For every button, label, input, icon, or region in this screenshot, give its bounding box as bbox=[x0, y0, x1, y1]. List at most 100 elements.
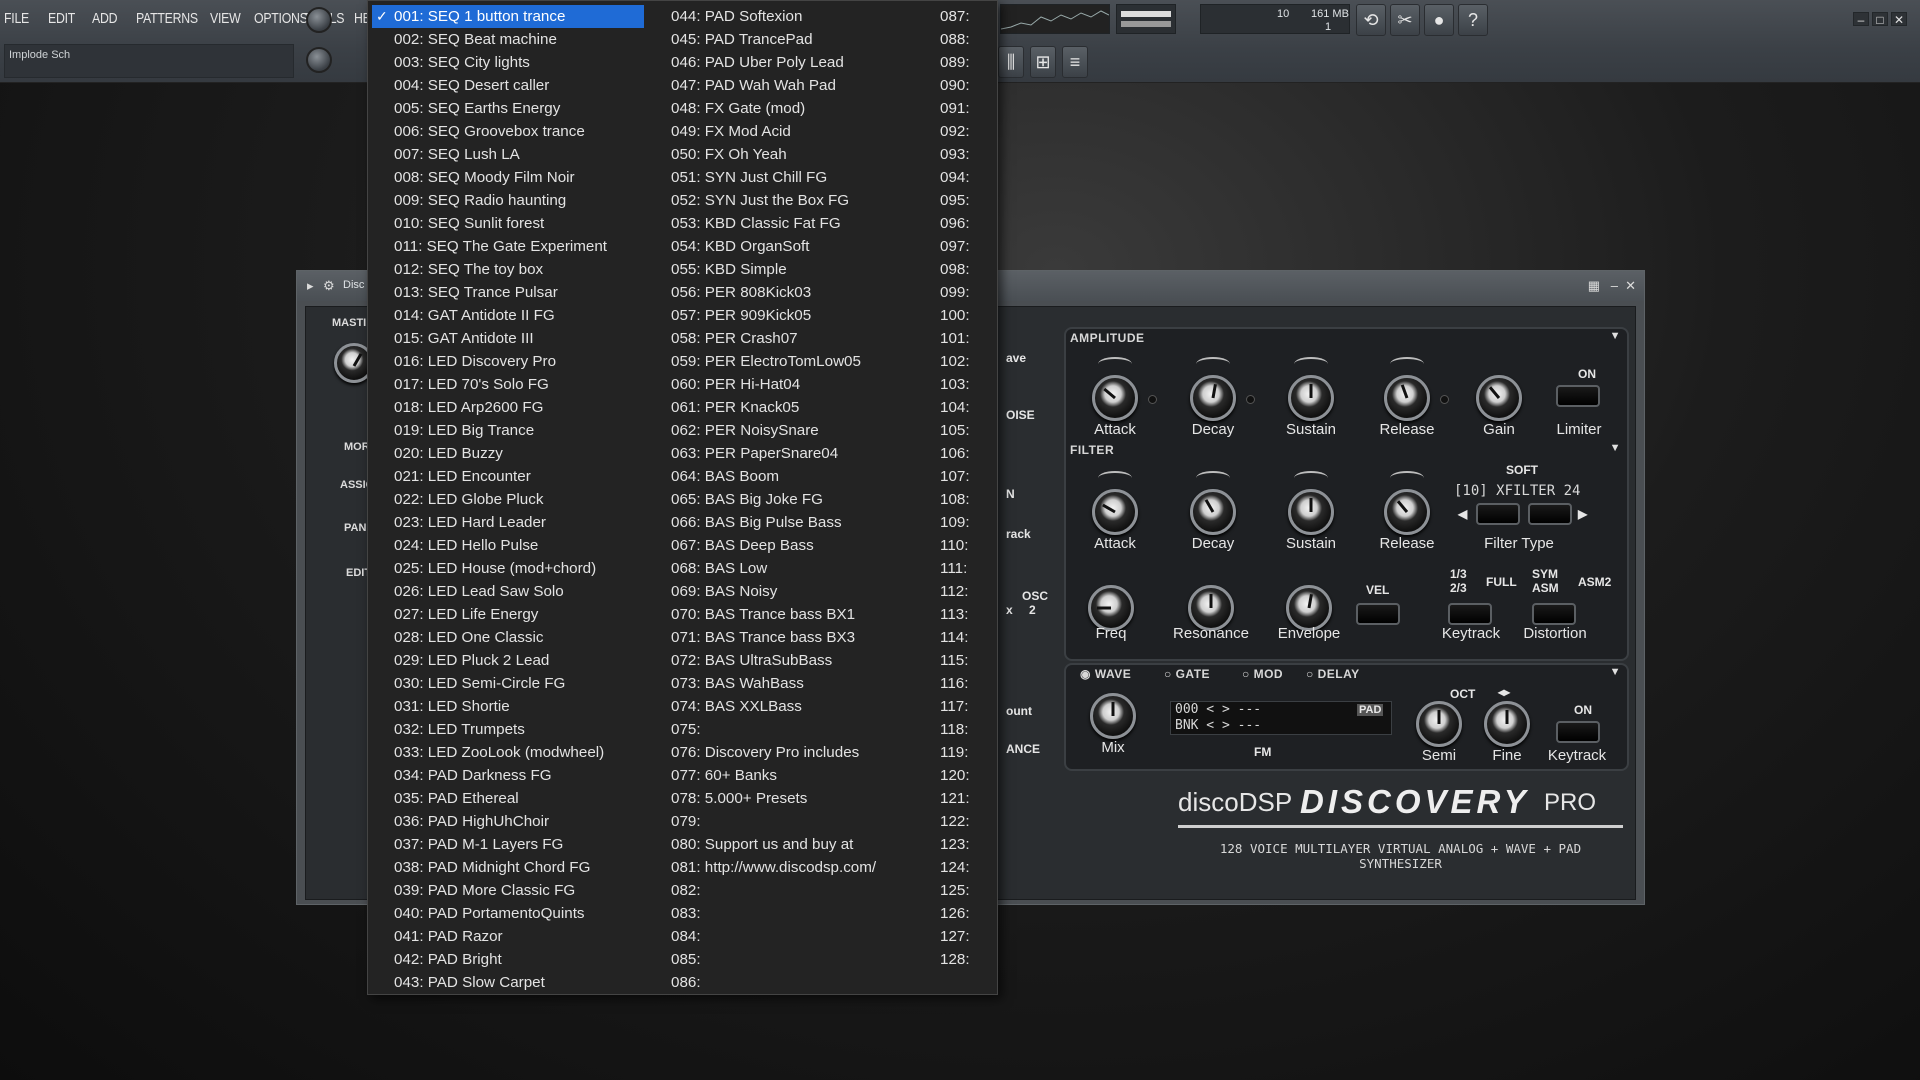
wave-keytrack-switch[interactable] bbox=[1556, 721, 1600, 743]
preset-item[interactable]: 063: PER PaperSnare04 bbox=[671, 442, 931, 465]
plugin-close-icon[interactable]: ✕ bbox=[1625, 278, 1636, 294]
preset-item[interactable]: 113: bbox=[940, 603, 990, 626]
preset-item[interactable]: 034: PAD Darkness FG bbox=[394, 764, 644, 787]
amp-decay-knob[interactable] bbox=[1190, 375, 1236, 421]
preset-item[interactable]: 045: PAD TrancePad bbox=[671, 28, 931, 51]
preset-item[interactable]: 011: SEQ The Gate Experiment bbox=[394, 235, 644, 258]
preset-item[interactable]: 003: SEQ City lights bbox=[394, 51, 644, 74]
preset-item[interactable]: 115: bbox=[940, 649, 990, 672]
preset-item[interactable]: 067: BAS Deep Bass bbox=[671, 534, 931, 557]
preset-item[interactable]: 103: bbox=[940, 373, 990, 396]
preset-item[interactable]: 088: bbox=[940, 28, 990, 51]
preset-item[interactable]: 112: bbox=[940, 580, 990, 603]
filter-decay-knob[interactable] bbox=[1190, 489, 1236, 535]
preset-item[interactable]: 089: bbox=[940, 51, 990, 74]
preset-item[interactable]: 060: PER Hi-Hat04 bbox=[671, 373, 931, 396]
close-icon[interactable]: ✕ bbox=[1891, 12, 1907, 27]
preset-item[interactable]: 114: bbox=[940, 626, 990, 649]
preset-item[interactable]: 066: BAS Big Pulse Bass bbox=[671, 511, 931, 534]
preset-item[interactable]: 123: bbox=[940, 833, 990, 856]
preset-item[interactable]: 101: bbox=[940, 327, 990, 350]
preset-item[interactable]: 012: SEQ The toy box bbox=[394, 258, 644, 281]
preset-item[interactable]: 120: bbox=[940, 764, 990, 787]
filter-sustain-knob[interactable] bbox=[1288, 489, 1334, 535]
preset-item[interactable]: 097: bbox=[940, 235, 990, 258]
preset-item[interactable]: 107: bbox=[940, 465, 990, 488]
amp-gain-knob[interactable] bbox=[1476, 375, 1522, 421]
preset-item[interactable]: 071: BAS Trance bass BX3 bbox=[671, 626, 931, 649]
preset-item[interactable]: 091: bbox=[940, 97, 990, 120]
tempo-meter[interactable] bbox=[1116, 4, 1176, 34]
preset-item[interactable]: 052: SYN Just the Box FG bbox=[671, 189, 931, 212]
preset-item[interactable]: 079: bbox=[671, 810, 931, 833]
minimize-icon[interactable]: – bbox=[1853, 12, 1869, 27]
maximize-icon[interactable]: □ bbox=[1872, 12, 1888, 27]
preset-item[interactable]: 056: PER 808Kick03 bbox=[671, 281, 931, 304]
preset-item[interactable]: 074: BAS XXLBass bbox=[671, 695, 931, 718]
menu-file[interactable]: FILE bbox=[4, 10, 35, 27]
preset-item[interactable]: 005: SEQ Earths Energy bbox=[394, 97, 644, 120]
snap-knob[interactable] bbox=[306, 7, 332, 33]
preset-item[interactable]: 100: bbox=[940, 304, 990, 327]
browser-icon[interactable]: ⊞ bbox=[1030, 46, 1056, 78]
preset-item[interactable]: 024: LED Hello Pulse bbox=[394, 534, 644, 557]
preset-item[interactable]: 095: bbox=[940, 189, 990, 212]
menu-add[interactable]: ADD bbox=[92, 10, 123, 27]
preset-item[interactable]: 073: BAS WahBass bbox=[671, 672, 931, 695]
preset-item[interactable]: 069: BAS Noisy bbox=[671, 580, 931, 603]
master-pitch-knob[interactable] bbox=[306, 47, 332, 73]
detach-icon[interactable]: ▦ bbox=[1588, 278, 1600, 294]
preset-item[interactable]: 121: bbox=[940, 787, 990, 810]
preset-item[interactable]: 065: BAS Big Joke FG bbox=[671, 488, 931, 511]
preset-item[interactable]: 053: KBD Classic Fat FG bbox=[671, 212, 931, 235]
preset-item[interactable]: 118: bbox=[940, 718, 990, 741]
tab-mod[interactable]: ○ MOD bbox=[1242, 667, 1283, 681]
preset-item[interactable]: 006: SEQ Groovebox trance bbox=[394, 120, 644, 143]
preset-item[interactable]: 098: bbox=[940, 258, 990, 281]
wave-lcd[interactable]: 000 < > --- BNK < > --- PAD bbox=[1170, 701, 1392, 735]
preset-item[interactable]: 064: BAS Boom bbox=[671, 465, 931, 488]
preset-item[interactable]: 021: LED Encounter bbox=[394, 465, 644, 488]
preset-item[interactable]: 046: PAD Uber Poly Lead bbox=[671, 51, 931, 74]
preset-item[interactable]: 061: PER Knack05 bbox=[671, 396, 931, 419]
preset-item[interactable]: 102: bbox=[940, 350, 990, 373]
preset-item[interactable]: 068: BAS Low bbox=[671, 557, 931, 580]
preset-item[interactable]: 047: PAD Wah Wah Pad bbox=[671, 74, 931, 97]
amp-attack-knob[interactable] bbox=[1092, 375, 1138, 421]
preset-item[interactable]: 038: PAD Midnight Chord FG bbox=[394, 856, 644, 879]
limiter-switch[interactable] bbox=[1556, 385, 1600, 407]
mic-icon[interactable]: ● bbox=[1424, 4, 1454, 36]
preset-item[interactable]: 096: bbox=[940, 212, 990, 235]
preset-item[interactable]: 043: PAD Slow Carpet bbox=[394, 971, 644, 994]
amp-sustain-knob[interactable] bbox=[1288, 375, 1334, 421]
preset-item[interactable]: 122: bbox=[940, 810, 990, 833]
preset-item[interactable]: 072: BAS UltraSubBass bbox=[671, 649, 931, 672]
preset-item[interactable]: 026: LED Lead Saw Solo bbox=[394, 580, 644, 603]
preset-item[interactable]: 023: LED Hard Leader bbox=[394, 511, 644, 534]
help-icon[interactable]: ? bbox=[1458, 4, 1488, 36]
filter-type-next-icon[interactable]: ▶ bbox=[1578, 507, 1587, 521]
filter-type-prev-button[interactable] bbox=[1476, 503, 1520, 525]
preset-item[interactable]: 093: bbox=[940, 143, 990, 166]
menu-options[interactable]: OPTIONS bbox=[254, 10, 308, 27]
preset-item[interactable]: 110: bbox=[940, 534, 990, 557]
preset-item[interactable]: 002: SEQ Beat machine bbox=[394, 28, 644, 51]
preset-item[interactable]: 083: bbox=[671, 902, 931, 925]
plugin-minimize-icon[interactable]: – bbox=[1611, 278, 1618, 293]
preset-item[interactable]: 127: bbox=[940, 925, 990, 948]
preset-item[interactable]: 030: LED Semi-Circle FG bbox=[394, 672, 644, 695]
preset-item[interactable]: 077: 60+ Banks bbox=[671, 764, 931, 787]
wave-semi-knob[interactable] bbox=[1416, 701, 1462, 747]
preset-item[interactable]: 062: PER NoisySnare bbox=[671, 419, 931, 442]
preset-item[interactable]: 116: bbox=[940, 672, 990, 695]
preset-item[interactable]: 008: SEQ Moody Film Noir bbox=[394, 166, 644, 189]
preset-item[interactable]: 126: bbox=[940, 902, 990, 925]
preset-item[interactable]: 009: SEQ Radio haunting bbox=[394, 189, 644, 212]
amplitude-menu-arrow-icon[interactable]: ▼ bbox=[1610, 330, 1621, 342]
preset-item[interactable]: 028: LED One Classic bbox=[394, 626, 644, 649]
amp-release-mod-dot[interactable] bbox=[1440, 395, 1449, 404]
preset-item[interactable]: 070: BAS Trance bass BX1 bbox=[671, 603, 931, 626]
filter-menu-arrow-icon[interactable]: ▼ bbox=[1610, 442, 1621, 454]
tab-gate[interactable]: ○ GATE bbox=[1164, 667, 1210, 681]
amp-decay-mod-dot[interactable] bbox=[1246, 395, 1255, 404]
